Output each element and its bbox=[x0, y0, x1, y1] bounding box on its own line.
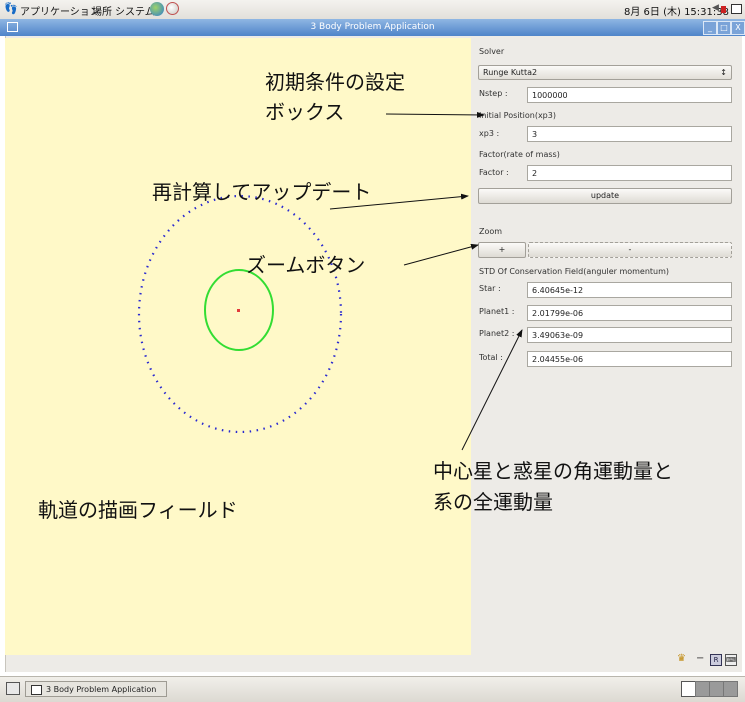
window-title: 3 Body Problem Application bbox=[310, 22, 435, 32]
nstep-input[interactable]: 1000000 bbox=[527, 87, 732, 103]
mail-icon[interactable] bbox=[166, 2, 179, 15]
annotation-recalc: 再計算してアップデート bbox=[152, 180, 372, 204]
zoom-in-button[interactable]: + bbox=[478, 242, 526, 258]
network-icon[interactable] bbox=[721, 6, 726, 13]
solver-heading: Solver bbox=[479, 47, 505, 56]
window-titlebar[interactable]: 3 Body Problem Application _ □ X bbox=[0, 19, 745, 36]
conservation-heading: STD Of Conservation Field(anguler moment… bbox=[479, 267, 670, 276]
zoom-heading: Zoom bbox=[479, 227, 503, 236]
solver-method-select[interactable]: Runge Kutta2 ↕ bbox=[478, 65, 732, 80]
workspace-2[interactable] bbox=[695, 681, 710, 697]
window-icon bbox=[31, 685, 42, 695]
workspace-4[interactable] bbox=[723, 681, 738, 697]
total-label: Total : bbox=[479, 353, 503, 362]
keyboard-icon[interactable]: ⌨ bbox=[725, 654, 737, 666]
outer-orbit bbox=[137, 194, 343, 434]
factor-input[interactable]: 2 bbox=[527, 165, 732, 181]
xp3-label: xp3 : bbox=[479, 129, 500, 138]
planet1-label: Planet1 : bbox=[479, 307, 515, 316]
planet2-momentum-field[interactable]: 3.49063e-09 bbox=[527, 327, 732, 343]
maximize-button[interactable]: □ bbox=[717, 21, 731, 35]
taskbar-window-title: 3 Body Problem Application bbox=[46, 685, 157, 694]
zoom-out-button[interactable]: - bbox=[528, 242, 732, 258]
show-desktop-button[interactable] bbox=[6, 682, 20, 695]
star-momentum-field[interactable]: 6.40645e-12 bbox=[527, 282, 732, 298]
total-momentum-field[interactable]: 2.04455e-06 bbox=[527, 351, 732, 367]
r-icon[interactable]: R bbox=[710, 654, 722, 666]
bottom-taskbar: 3 Body Problem Application bbox=[0, 676, 745, 702]
top-panel: 👣 アプリケーション 場所 システム 8月 6日 (木) 15:31:38 ◀ bbox=[0, 0, 745, 20]
show-desktop-icon[interactable] bbox=[731, 4, 742, 14]
solver-method-value: Runge Kutta2 bbox=[483, 68, 538, 77]
taskbar-window-button[interactable]: 3 Body Problem Application bbox=[25, 681, 167, 697]
star-label: Star : bbox=[479, 284, 501, 293]
select-arrows-icon: ↕ bbox=[720, 68, 727, 77]
annotation-momentum-line1: 中心星と惑星の角運動量と bbox=[433, 459, 673, 483]
planet1-momentum-field[interactable]: 2.01799e-06 bbox=[527, 305, 732, 321]
workspace-3[interactable] bbox=[709, 681, 724, 697]
volume-icon[interactable]: ◀ bbox=[712, 3, 719, 13]
orbit-drawing-field[interactable] bbox=[5, 38, 471, 655]
factor-label: Factor : bbox=[479, 168, 509, 177]
close-button[interactable]: X bbox=[731, 21, 745, 35]
planet2-label: Planet2 : bbox=[479, 329, 515, 338]
system-menu[interactable]: システム bbox=[115, 3, 155, 18]
places-menu[interactable]: 場所 bbox=[92, 3, 112, 18]
update-button[interactable]: update bbox=[478, 188, 732, 204]
factor-heading: Factor(rate of mass) bbox=[479, 150, 560, 159]
applications-menu[interactable]: アプリケーション bbox=[20, 3, 100, 18]
annotation-momentum-line2: 系の全運動量 bbox=[433, 490, 553, 514]
annotation-zoom-button: ズームボタン bbox=[246, 253, 366, 277]
workspace-1[interactable] bbox=[681, 681, 696, 697]
orbit-canvas bbox=[137, 194, 343, 434]
foot-icon[interactable]: 👣 bbox=[4, 2, 18, 15]
crown-icon[interactable]: ♛ bbox=[677, 653, 686, 664]
web-browser-icon[interactable] bbox=[150, 2, 164, 16]
center-star bbox=[237, 309, 240, 312]
nstep-label: Nstep : bbox=[479, 89, 508, 98]
initial-position-heading: Initial Position(xp3) bbox=[479, 111, 556, 120]
annotation-init-box-line2: ボックス bbox=[265, 100, 345, 124]
minimize-button[interactable]: _ bbox=[703, 21, 717, 35]
minus-icon[interactable]: − bbox=[696, 653, 704, 664]
annotation-draw-field: 軌道の描画フィールド bbox=[38, 498, 238, 522]
annotation-init-box-line1: 初期条件の設定 bbox=[265, 70, 405, 94]
xp3-input[interactable]: 3 bbox=[527, 126, 732, 142]
